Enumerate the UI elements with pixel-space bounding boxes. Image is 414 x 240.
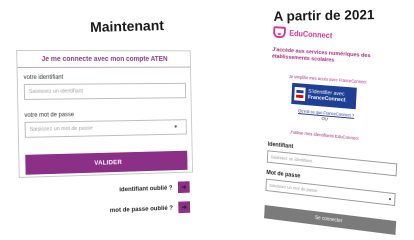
aten-identifier-label: votre identifiant (23, 74, 64, 81)
educonnect-logo: EduConnect (272, 26, 333, 41)
educonnect-identifier-placeholder: Saisissez un identifiant (270, 154, 312, 164)
left-heading: Maintenant (89, 17, 165, 35)
forgot-identifier-link[interactable]: identifiant oublié ? (119, 184, 172, 193)
aten-card-header: Je me connecte avec mon compte ATEN (17, 50, 191, 68)
forgot-password-link[interactable]: mot de passe oublié ? (110, 204, 173, 213)
franceconnect-button[interactable]: S'identifier avec FranceConnect (291, 82, 357, 110)
forgot-password-row: mot de passe oublié ? ➜ (110, 201, 191, 216)
or-separator: OU (321, 116, 328, 122)
eye-icon[interactable]: ● (174, 124, 180, 130)
educonnect-brand-name: EduConnect (289, 28, 333, 40)
se-connecter-button[interactable]: Se connecter (264, 205, 397, 235)
educonnect-password-input[interactable]: Saisissez un mot de passe ● (265, 178, 396, 207)
franceconnect-logo-icon (294, 86, 306, 102)
arrow-right-icon: ➜ (181, 204, 187, 212)
aten-card-title: Je me connecte avec mon compte ATEN (41, 55, 168, 63)
aten-login-panel: Je me connecte avec mon compte ATEN votr… (16, 49, 194, 228)
forgot-identifier-row: identifiant oublié ? ➜ (119, 181, 190, 195)
educonnect-logo-icon (272, 26, 286, 39)
eye-icon[interactable]: ● (388, 196, 391, 202)
forgot-password-arrow-button[interactable]: ➜ (178, 201, 191, 214)
educonnect-intro-text: J'accède aux services numériques des éta… (271, 47, 371, 64)
aten-identifier-placeholder: Saisissez un identifiant (28, 88, 84, 95)
educonnect-password-placeholder: Saisissez un mot de passe (269, 182, 318, 194)
aten-password-input[interactable]: Saisissez un mot de passe ● (24, 119, 187, 138)
educonnect-login-panel: EduConnect J'accède aux services numériq… (259, 20, 414, 239)
aten-login-card: Je me connecte avec mon compte ATEN votr… (16, 49, 194, 178)
aten-password-placeholder: Saisissez un mot de passe (29, 125, 93, 133)
forgot-identifier-arrow-button[interactable]: ➜ (177, 181, 190, 194)
aten-identifier-input[interactable]: Saisissez un identifiant (23, 82, 187, 100)
franceconnect-button-label: S'identifier avec FranceConnect (308, 88, 346, 104)
comparison-stage: Maintenant Je me connecte avec mon compt… (0, 0, 414, 240)
arrow-right-icon: ➜ (181, 184, 187, 192)
valider-button[interactable]: VALIDER (25, 150, 188, 175)
aten-password-label: votre mot de passe (24, 112, 75, 119)
educonnect-identifier-label: Identifiant (267, 141, 294, 151)
educonnect-identifiers-link[interactable]: J'utilise mes identifiants EduConnect (290, 130, 359, 141)
educonnect-password-label: Mot de passe (266, 170, 301, 180)
